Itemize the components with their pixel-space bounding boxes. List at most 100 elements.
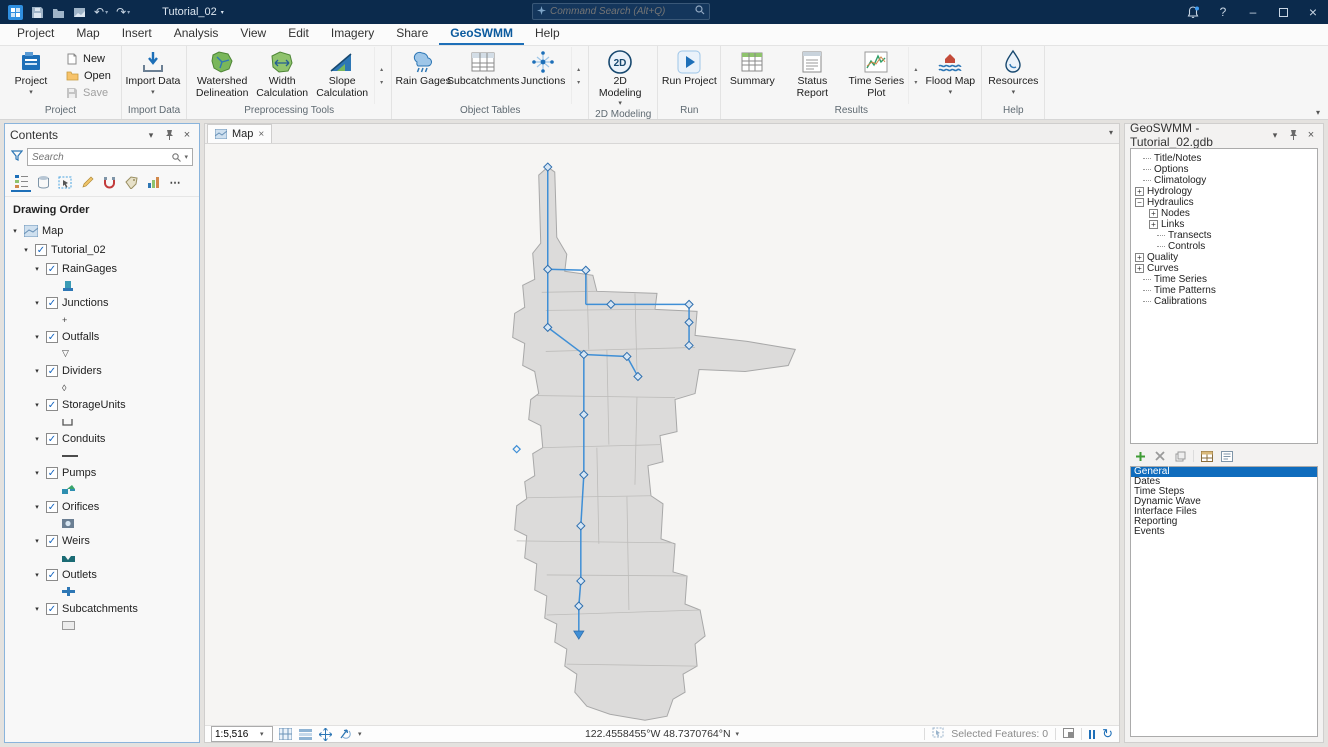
subcatchments-symbol[interactable] xyxy=(62,621,75,630)
layer-checkbox[interactable]: ✓ xyxy=(46,501,58,513)
coordinates-readout[interactable]: 122.4558455°W 48.7370764°N ▾ xyxy=(585,728,739,740)
storageunits-symbol[interactable] xyxy=(62,418,73,426)
map-view-tab[interactable]: Map × xyxy=(207,124,272,143)
list-by-source-icon[interactable] xyxy=(33,172,53,192)
more-options-icon[interactable]: ⋯ xyxy=(165,172,185,192)
scale-input[interactable] xyxy=(212,729,258,740)
list-by-labeling-icon[interactable] xyxy=(121,172,141,192)
layer-checkbox[interactable]: ✓ xyxy=(46,399,58,411)
layer-checkbox[interactable]: ✓ xyxy=(46,569,58,581)
chevron-down-icon[interactable]: ▾ xyxy=(1109,128,1113,137)
collapse-icon[interactable]: − xyxy=(1135,198,1144,207)
group-overflow-arrows[interactable]: ▴▾ xyxy=(908,47,922,104)
scale-combo[interactable]: ▾ xyxy=(211,726,273,742)
tree-item-hydraulics[interactable]: −Hydraulics xyxy=(1133,197,1315,208)
pause-drawing-button[interactable] xyxy=(1089,730,1095,739)
contents-search[interactable]: ▾ xyxy=(27,148,193,166)
layer-checkbox[interactable]: ✓ xyxy=(46,263,58,275)
map-canvas[interactable] xyxy=(205,144,1119,725)
tree-item-pumps[interactable]: ▾ ✓ Pumps xyxy=(5,463,199,482)
raingage-marker[interactable] xyxy=(513,446,520,453)
tab-help[interactable]: Help xyxy=(524,23,571,45)
2d-modeling-button[interactable]: 2D 2D Modeling ▾ xyxy=(592,47,648,108)
layer-checkbox[interactable]: ✓ xyxy=(46,365,58,377)
tab-map[interactable]: Map xyxy=(65,23,110,45)
close-icon[interactable]: × xyxy=(180,129,194,141)
tree-item-dividers[interactable]: ▾ ✓ Dividers xyxy=(5,361,199,380)
list-by-editing-icon[interactable] xyxy=(77,172,97,192)
expander-icon[interactable]: ▾ xyxy=(32,537,42,545)
expander-icon[interactable]: ▾ xyxy=(32,265,42,273)
new-map-icon[interactable] xyxy=(73,6,86,19)
expander-icon[interactable]: ▾ xyxy=(32,605,42,613)
maximize-button[interactable] xyxy=(1268,0,1298,24)
layer-checkbox[interactable]: ✓ xyxy=(46,297,58,309)
tree-item-quality[interactable]: +Quality xyxy=(1133,252,1315,263)
contents-search-input[interactable] xyxy=(32,152,169,163)
layer-checkbox[interactable]: ✓ xyxy=(46,603,58,615)
expander-icon[interactable]: ▾ xyxy=(21,246,31,254)
tree-item-tutorial02[interactable]: ▾ ✓ Tutorial_02 xyxy=(5,240,199,259)
resources-button[interactable]: Resources ▾ xyxy=(985,47,1041,104)
tree-item-orifices[interactable]: ▾ ✓ Orifices xyxy=(5,497,199,516)
expand-icon[interactable]: + xyxy=(1149,220,1158,229)
tree-item-raingages[interactable]: ▾ ✓ RainGages xyxy=(5,259,199,278)
list-by-snapping-icon[interactable] xyxy=(99,172,119,192)
close-icon[interactable]: × xyxy=(1304,129,1318,141)
tab-edit[interactable]: Edit xyxy=(277,23,320,45)
save-button[interactable]: Save xyxy=(61,84,116,101)
outfalls-symbol[interactable]: ▽ xyxy=(62,348,69,359)
layer-checkbox[interactable]: ✓ xyxy=(46,433,58,445)
expand-icon[interactable]: + xyxy=(1135,187,1144,196)
conduits-symbol[interactable] xyxy=(62,455,78,457)
help-button[interactable]: ? xyxy=(1208,0,1238,24)
group-overflow-arrows[interactable]: ▴▾ xyxy=(571,47,585,104)
add-folder-icon[interactable] xyxy=(52,6,65,19)
list-item-events[interactable]: Events xyxy=(1131,527,1317,537)
expand-icon[interactable]: + xyxy=(1135,253,1144,262)
tree-item-nodes[interactable]: +Nodes xyxy=(1133,208,1315,219)
new-button[interactable]: New xyxy=(61,50,116,67)
minimize-button[interactable]: – xyxy=(1238,0,1268,24)
expander-icon[interactable]: ▾ xyxy=(32,503,42,511)
status-report-button[interactable]: Status Report xyxy=(780,47,844,104)
orifices-symbol[interactable] xyxy=(62,519,74,528)
chevron-down-icon[interactable]: ▾ xyxy=(358,730,362,738)
project-button[interactable]: Project ▾ xyxy=(3,47,59,104)
layer-checkbox[interactable]: ✓ xyxy=(46,331,58,343)
time-series-plot-button[interactable]: Time Series Plot xyxy=(844,47,908,104)
tree-item-transects[interactable]: Transects xyxy=(1133,230,1315,241)
group-overflow-arrows[interactable]: ▴▾ xyxy=(374,47,388,104)
expander-icon[interactable]: ▾ xyxy=(32,435,42,443)
layer-checkbox[interactable]: ✓ xyxy=(46,467,58,479)
expander-icon[interactable]: ▾ xyxy=(10,227,20,235)
tab-project[interactable]: Project xyxy=(6,23,65,45)
weirs-symbol[interactable] xyxy=(62,554,75,562)
junctions-symbol[interactable]: + xyxy=(62,315,67,325)
flow-direction-icon[interactable] xyxy=(338,727,353,742)
tree-item-outfalls[interactable]: ▾ ✓ Outfalls xyxy=(5,327,199,346)
layer-checkbox[interactable]: ✓ xyxy=(35,244,47,256)
outlets-symbol[interactable] xyxy=(62,587,75,596)
expander-icon[interactable]: ▾ xyxy=(32,299,42,307)
pumps-symbol[interactable] xyxy=(62,485,75,494)
tab-geoswmm[interactable]: GeoSWMM xyxy=(439,23,524,45)
save-project-icon[interactable] xyxy=(31,6,44,19)
expander-icon[interactable]: ▾ xyxy=(32,571,42,579)
expand-icon[interactable]: + xyxy=(1149,209,1158,218)
tab-imagery[interactable]: Imagery xyxy=(320,23,385,45)
expander-icon[interactable]: ▾ xyxy=(32,401,42,409)
tree-item-hydrology[interactable]: +Hydrology xyxy=(1133,186,1315,197)
tab-insert[interactable]: Insert xyxy=(111,23,163,45)
filter-icon[interactable] xyxy=(11,150,23,164)
tree-item-storageunits[interactable]: ▾ ✓ StorageUnits xyxy=(5,395,199,414)
refresh-button[interactable]: ↻ xyxy=(1102,726,1113,742)
raingages-symbol[interactable] xyxy=(62,281,74,291)
layer-checkbox[interactable]: ✓ xyxy=(46,535,58,547)
tab-analysis[interactable]: Analysis xyxy=(163,23,230,45)
tree-item-outlets[interactable]: ▾ ✓ Outlets xyxy=(5,565,199,584)
subcatchments-button[interactable]: Subcatchments xyxy=(451,47,515,104)
redo-icon[interactable]: ↷▾ xyxy=(116,5,130,19)
tree-item-curves[interactable]: +Curves xyxy=(1133,263,1315,274)
tree-item-options[interactable]: Options xyxy=(1133,164,1315,175)
